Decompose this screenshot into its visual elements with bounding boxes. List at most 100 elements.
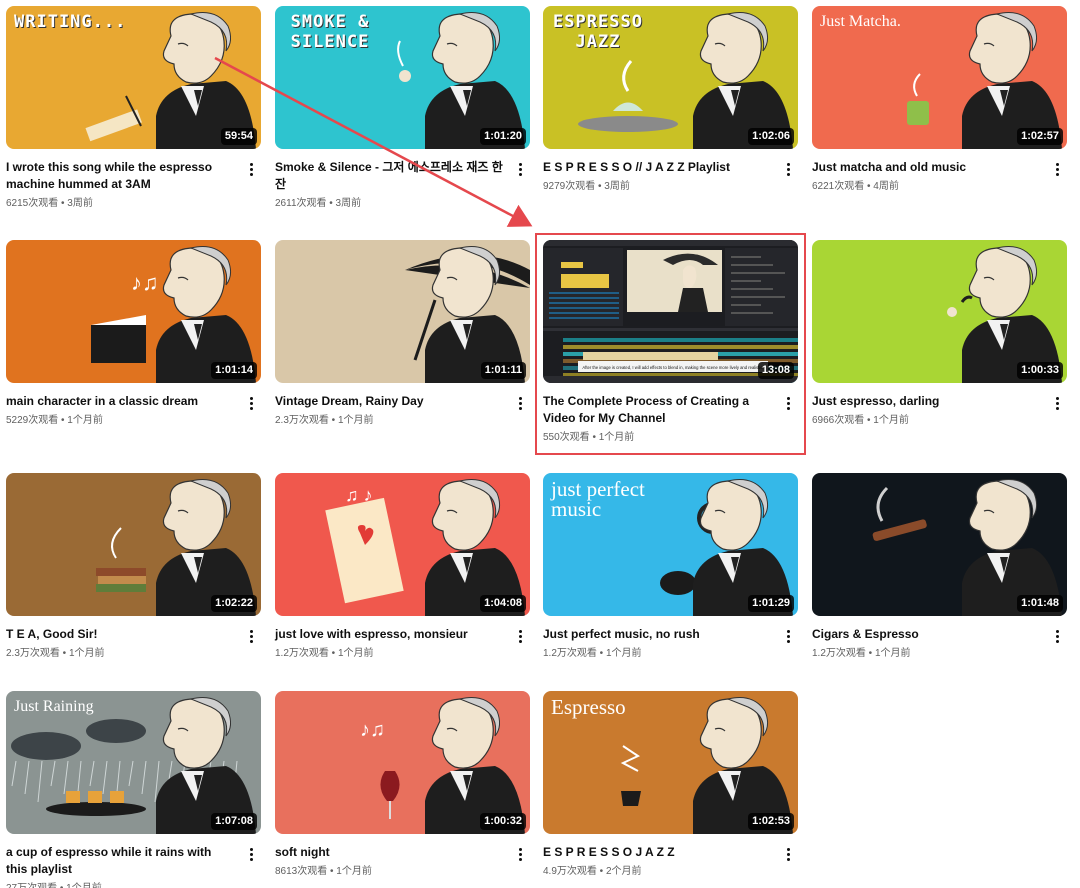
thumbnail-text: Just Raining: [14, 698, 94, 715]
video-stats: 550次观看 • 1个月前: [543, 432, 635, 443]
duration-badge: 1:00:32: [480, 813, 526, 830]
thumbnail-text: SMOKE & SILENCE: [290, 12, 370, 52]
duration-badge: 1:07:08: [211, 813, 257, 830]
video-stats: 5229次观看 • 1个月前: [6, 415, 103, 426]
video-thumbnail[interactable]: SMOKE & SILENCE 1:01:20: [275, 6, 530, 149]
video-title[interactable]: just love with espresso, monsieur: [275, 626, 504, 643]
video-card[interactable]: ESPRESSO JAZZ 1:02:06 E S P R E S S O //…: [543, 6, 798, 193]
duration-badge: 1:01:14: [211, 362, 257, 379]
video-thumbnail[interactable]: Just Matcha. 1:02:57: [812, 6, 1067, 149]
video-stats: 2611次观看 • 3周前: [275, 198, 362, 209]
more-options-icon[interactable]: [1049, 393, 1065, 413]
thumbnail-text: ESPRESSO JAZZ: [553, 12, 643, 52]
svg-text:♫ ♪: ♫ ♪: [345, 485, 373, 505]
video-card[interactable]: just perfect music 1:01:29 Just perfect …: [543, 473, 798, 660]
svg-text:♪♫: ♪♫: [360, 719, 385, 741]
video-title[interactable]: a cup of espresso while it rains with th…: [6, 844, 235, 878]
video-card[interactable]: 1:02:22 T E A, Good Sir! 2.3万次观看 • 1个月前: [6, 473, 261, 660]
duration-badge: 1:02:22: [211, 595, 257, 612]
duration-badge: 1:00:33: [1017, 362, 1063, 379]
video-stats: 4.9万次观看 • 2个月前: [543, 866, 642, 877]
video-title[interactable]: Just matcha and old music: [812, 159, 1041, 176]
more-options-icon[interactable]: [243, 844, 259, 864]
video-meta: just love with espresso, monsieur 1.2万次观…: [275, 616, 530, 660]
duration-badge: 59:54: [220, 128, 257, 145]
video-title[interactable]: Just espresso, darling: [812, 393, 1041, 410]
duration-badge: 13:08: [757, 362, 794, 379]
video-title[interactable]: Just perfect music, no rush: [543, 626, 772, 643]
video-meta: I wrote this song while the espresso mac…: [6, 149, 261, 210]
video-thumbnail[interactable]: ESPRESSO JAZZ 1:02:06: [543, 6, 798, 149]
video-title[interactable]: I wrote this song while the espresso mac…: [6, 159, 235, 193]
video-card[interactable]: 1:01:48 Cigars & Espresso 1.2万次观看 • 1个月前: [812, 473, 1067, 660]
video-thumbnail[interactable]: ♫ ♪ 1:04:08: [275, 473, 530, 616]
more-options-icon[interactable]: [512, 393, 528, 413]
video-card[interactable]: SMOKE & SILENCE 1:01:20 Smoke & Silence …: [275, 6, 530, 210]
video-thumbnail[interactable]: 1:01:48: [812, 473, 1067, 616]
video-card[interactable]: Just Raining 1:07:08 a cup of espresso w…: [6, 691, 261, 888]
video-thumbnail[interactable]: 1:00:33: [812, 240, 1067, 383]
video-thumbnail[interactable]: ♪♫ 1:00:32: [275, 691, 530, 834]
duration-badge: 1:01:20: [480, 128, 526, 145]
video-title[interactable]: The Complete Process of Creating a Video…: [543, 393, 772, 427]
duration-badge: 1:01:11: [480, 362, 526, 379]
video-thumbnail[interactable]: After the image is created, I will add e…: [543, 240, 798, 383]
more-options-icon[interactable]: [780, 159, 796, 179]
video-stats: 27万次观看 • 1个月前: [6, 882, 235, 888]
video-title[interactable]: Smoke & Silence - 그저 에스프레소 재즈 한 잔: [275, 159, 504, 193]
video-title[interactable]: main character in a classic dream: [6, 393, 235, 410]
video-title[interactable]: soft night: [275, 844, 504, 861]
more-options-icon[interactable]: [780, 626, 796, 646]
video-thumbnail[interactable]: 1:01:11: [275, 240, 530, 383]
video-stats: 1.2万次观看 • 1个月前: [275, 648, 374, 659]
video-card[interactable]: ♫ ♪ 1:04:08 just love with espresso, mon…: [275, 473, 530, 660]
video-card[interactable]: After the image is created, I will add e…: [543, 240, 798, 444]
video-meta: E S P R E S S O J A Z Z 4.9万次观看 • 2个月前: [543, 834, 798, 878]
video-card[interactable]: ♪♫ 1:00:32 soft night 8613次观看 • 1个月前: [275, 691, 530, 878]
video-meta: Smoke & Silence - 그저 에스프레소 재즈 한 잔 2611次观…: [275, 149, 530, 210]
video-thumbnail[interactable]: 1:02:22: [6, 473, 261, 616]
video-meta: Just matcha and old music 6221次观看 • 4周前: [812, 149, 1067, 193]
video-stats: 1.2万次观看 • 1个月前: [543, 648, 642, 659]
video-card[interactable]: 1:01:11 Vintage Dream, Rainy Day 2.3万次观看…: [275, 240, 530, 427]
video-title[interactable]: Cigars & Espresso: [812, 626, 1041, 643]
more-options-icon[interactable]: [243, 393, 259, 413]
svg-text:♪♫: ♪♫: [131, 270, 159, 295]
duration-badge: 1:02:57: [1017, 128, 1063, 145]
video-thumbnail[interactable]: ♪♫ 1:01:14: [6, 240, 261, 383]
thumbnail-text: WRITING...: [14, 12, 127, 32]
video-title[interactable]: E S P R E S S O // J A Z Z Playlist: [543, 159, 772, 176]
more-options-icon[interactable]: [243, 159, 259, 179]
video-card[interactable]: 1:00:33 Just espresso, darling 6966次观看 •…: [812, 240, 1067, 427]
thumbnail-text: just perfect music: [551, 477, 645, 521]
more-options-icon[interactable]: [780, 844, 796, 864]
more-options-icon[interactable]: [512, 159, 528, 179]
video-title[interactable]: T E A, Good Sir!: [6, 626, 235, 643]
video-meta: Just perfect music, no rush 1.2万次观看 • 1个…: [543, 616, 798, 660]
video-thumbnail[interactable]: Espresso 1:02:53: [543, 691, 798, 834]
more-options-icon[interactable]: [243, 626, 259, 646]
video-card[interactable]: Just Matcha. 1:02:57 Just matcha and old…: [812, 6, 1067, 193]
video-card[interactable]: Espresso 1:02:53 E S P R E S S O J A Z Z…: [543, 691, 798, 878]
thumbnail-text: Just Matcha.: [820, 13, 901, 30]
video-title[interactable]: E S P R E S S O J A Z Z: [543, 844, 772, 861]
video-meta: main character in a classic dream 5229次观…: [6, 383, 261, 427]
duration-badge: 1:01:48: [1017, 595, 1063, 612]
video-thumbnail[interactable]: WRITING... 59:54: [6, 6, 261, 149]
video-meta: Cigars & Espresso 1.2万次观看 • 1个月前: [812, 616, 1067, 660]
video-stats: 8613次观看 • 1个月前: [275, 866, 372, 877]
duration-badge: 1:01:29: [748, 595, 794, 612]
video-card[interactable]: WRITING... 59:54 I wrote this song while…: [6, 6, 261, 210]
video-thumbnail[interactable]: Just Raining 1:07:08: [6, 691, 261, 834]
video-card[interactable]: ♪♫ 1:01:14 main character in a classic d…: [6, 240, 261, 427]
editor-caption: After the image is created, I will add e…: [582, 365, 763, 370]
video-thumbnail[interactable]: just perfect music 1:01:29: [543, 473, 798, 616]
more-options-icon[interactable]: [512, 626, 528, 646]
more-options-icon[interactable]: [1049, 159, 1065, 179]
video-meta: E S P R E S S O // J A Z Z Playlist 9279…: [543, 149, 798, 193]
more-options-icon[interactable]: [1049, 626, 1065, 646]
more-options-icon[interactable]: [512, 844, 528, 864]
video-title[interactable]: Vintage Dream, Rainy Day: [275, 393, 504, 410]
more-options-icon[interactable]: [780, 393, 796, 413]
video-meta: Vintage Dream, Rainy Day 2.3万次观看 • 1个月前: [275, 383, 530, 427]
